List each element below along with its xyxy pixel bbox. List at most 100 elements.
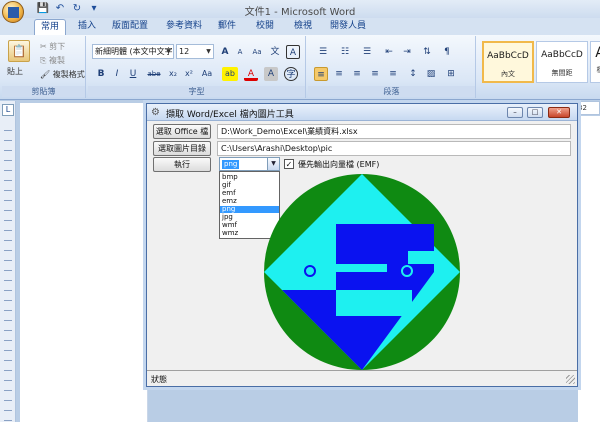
document-page-right[interactable] [578,116,600,422]
app-gear-icon: ⚙ [151,107,160,118]
style-sample: AaBbCcD [541,50,583,60]
font-name-combo[interactable]: 新細明體 (本文中文字 ▼ [92,44,174,59]
select-image-folder-button[interactable]: 選取圖片目錄 [153,141,211,156]
image-folder-path-field[interactable]: C:\Users\Arashi\Desktop\pic [217,141,571,156]
character-border-icon[interactable]: A [286,45,300,59]
ruler-ticks [4,121,12,421]
dialog-title-bar[interactable]: ⚙ 擷取 Word/Excel 檔內圖片工具 – □ ✕ [147,104,577,121]
ribbon-tabs: 常用 插入 版面配置 參考資料 郵件 校閱 檢視 開發人員 [0,18,600,35]
font-name-value: 新細明體 (本文中文字 [95,47,173,56]
shrink-font-icon[interactable]: A [233,45,247,59]
grow-font-icon[interactable]: A [218,45,232,59]
clear-format-icon[interactable]: Aa [250,45,264,59]
underline-icon[interactable]: U [126,67,140,81]
office-button[interactable] [2,1,24,23]
font-group-label: 字型 [88,86,305,97]
cut-button[interactable]: ✂ 剪下 [40,40,65,54]
numbering-icon[interactable]: ☷ [336,45,354,59]
format-select-value: png [222,160,240,169]
bullets-icon[interactable]: ☰ [314,45,332,59]
image-extractor-dialog: ⚙ 擷取 Word/Excel 檔內圖片工具 – □ ✕ 選取 Office 檔… [146,103,578,387]
format-select[interactable]: png ▼ [219,157,280,171]
style-sample: AaBbCcD [487,51,529,61]
increase-indent-icon[interactable]: ⇥ [400,45,414,59]
status-text: 狀態 [151,375,167,384]
image-preview [264,174,460,370]
change-case-icon[interactable]: Aa [198,67,216,81]
phonetic-guide-icon[interactable]: 文 [268,45,282,59]
shading-icon[interactable]: ▨ [424,67,438,81]
status-bar: 狀態 [147,370,577,386]
enclose-characters-icon[interactable]: 字 [284,67,298,81]
borders-icon[interactable]: ⊞ [444,67,458,81]
preview-letter-bar [336,264,387,272]
emf-checkbox[interactable]: ✓ [284,159,294,169]
tab-mailings[interactable]: 郵件 [212,19,242,35]
dialog-title: 擷取 Word/Excel 檔內圖片工具 [166,110,294,120]
font-size-combo[interactable]: 12 ▼ [176,44,214,59]
font-size-value: 12 [179,47,190,56]
window-title: 文件1 - Microsoft Word [244,7,356,18]
multilevel-list-icon[interactable]: ☰ [358,45,376,59]
close-button[interactable]: ✕ [548,107,570,118]
tab-references[interactable]: 參考資料 [162,19,206,35]
tab-page-layout[interactable]: 版面配置 [108,19,152,35]
horizontal-ruler: 32 [575,101,600,115]
bold-icon[interactable]: B [94,67,108,81]
style-name: 無間距 [551,69,573,77]
tab-selector[interactable]: L [2,104,14,116]
style-heading[interactable]: A 標 [590,41,600,83]
tab-home[interactable]: 常用 [34,19,66,35]
line-spacing-icon[interactable]: ↕ [406,67,420,81]
tab-view[interactable]: 檢視 [288,19,318,35]
align-left-icon[interactable]: ≡ [314,67,328,81]
preview-letter-notch [336,290,412,316]
style-normal[interactable]: AaBbCcD 內文 [482,41,534,83]
paste-button[interactable]: 貼上 [7,65,23,79]
paragraph-group-label: 段落 [308,86,475,97]
ribbon: 📋 貼上 ✂ 剪下 ⎘ 複製 🖌 複製格式 剪貼簿 新細明體 (本文中文字 ▼ 1… [0,35,600,100]
office-logo-icon [8,7,19,18]
font-color-icon[interactable]: A [244,67,258,81]
cut-label: 剪下 [49,42,66,51]
office-file-path-field[interactable]: D:\Work_Demo\Excel\業績資料.xlsx [217,124,571,139]
document-page[interactable] [20,103,148,422]
superscript-icon[interactable]: x² [182,67,196,81]
resize-grip-icon[interactable] [566,375,575,384]
tab-developer[interactable]: 開發人員 [326,19,370,35]
copy-label: 複製 [48,56,65,65]
chevron-down-icon[interactable]: ▼ [267,158,279,170]
clipboard-group: 📋 貼上 ✂ 剪下 ⎘ 複製 🖌 複製格式 剪貼簿 [2,36,86,98]
tab-insert[interactable]: 插入 [72,19,102,35]
paste-icon[interactable]: 📋 [8,40,30,62]
maximize-button[interactable]: □ [527,107,543,118]
strikethrough-icon[interactable]: abe [144,67,164,81]
highlight-icon[interactable]: ab [222,67,238,81]
title-bar: 💾 ↶ ↻ ▾ 文件1 - Microsoft Word [0,0,600,23]
minimize-button[interactable]: – [507,107,523,118]
clipboard-group-label: 剪貼簿 [2,86,85,97]
chevron-down-icon: ▼ [166,48,171,55]
italic-icon[interactable]: I [110,67,124,81]
preview-letter-cutout [286,272,336,290]
font-group: 新細明體 (本文中文字 ▼ 12 ▼ A A Aa 文 A B I U abe x₂… [88,36,306,98]
decrease-indent-icon[interactable]: ⇤ [382,45,396,59]
distributed-icon[interactable]: ≡ [386,67,400,81]
show-marks-icon[interactable]: ¶ [440,45,454,59]
styles-group: AaBbCcD 內文 AaBbCcD 無間距 A 標 [478,36,600,98]
justify-icon[interactable]: ≡ [368,67,382,81]
select-office-file-button[interactable]: 選取 Office 檔 [153,124,211,139]
run-button[interactable]: 執行 [153,157,211,172]
vertical-ruler [0,101,16,422]
subscript-icon[interactable]: x₂ [166,67,180,81]
align-center-icon[interactable]: ≡ [332,67,346,81]
style-no-spacing[interactable]: AaBbCcD 無間距 [536,41,588,83]
character-shading-icon[interactable]: A [264,67,278,81]
style-name: 內文 [501,70,515,78]
copy-button[interactable]: ⎘ 複製 [40,54,65,68]
sort-icon[interactable]: ⇅ [420,45,434,59]
align-right-icon[interactable]: ≡ [350,67,364,81]
tab-review[interactable]: 校閱 [250,19,280,35]
format-painter-button[interactable]: 🖌 複製格式 [40,68,85,82]
style-sample: A [591,45,600,61]
